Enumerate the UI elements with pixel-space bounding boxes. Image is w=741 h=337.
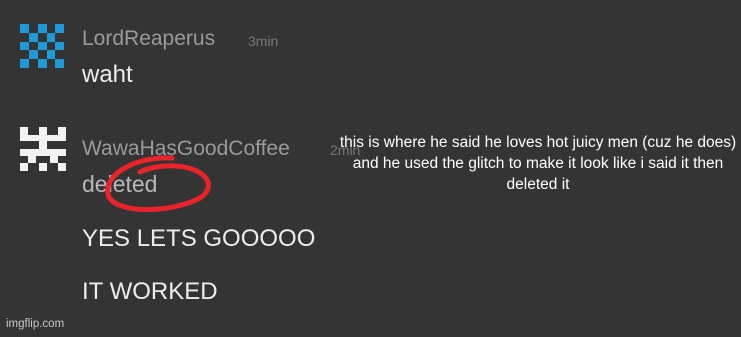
timestamp: 3min bbox=[248, 33, 279, 49]
username-lordreaperus[interactable]: LordReaperus bbox=[82, 27, 215, 51]
message-text: YES LETS GOOOOO bbox=[82, 225, 316, 252]
watermark: imgflip.com bbox=[6, 318, 65, 330]
message-text: IT WORKED bbox=[82, 278, 218, 305]
white-glyph-avatar-icon[interactable] bbox=[20, 127, 66, 171]
caption-text: this is where he said he loves hot juicy… bbox=[339, 134, 737, 193]
username-wawahasgoodcoffee[interactable]: WawaHasGoodCoffee bbox=[82, 137, 290, 161]
deleted-message-text: deleted bbox=[82, 171, 158, 197]
message-text: waht bbox=[82, 61, 133, 88]
blue-checker-avatar-icon[interactable] bbox=[20, 24, 64, 68]
